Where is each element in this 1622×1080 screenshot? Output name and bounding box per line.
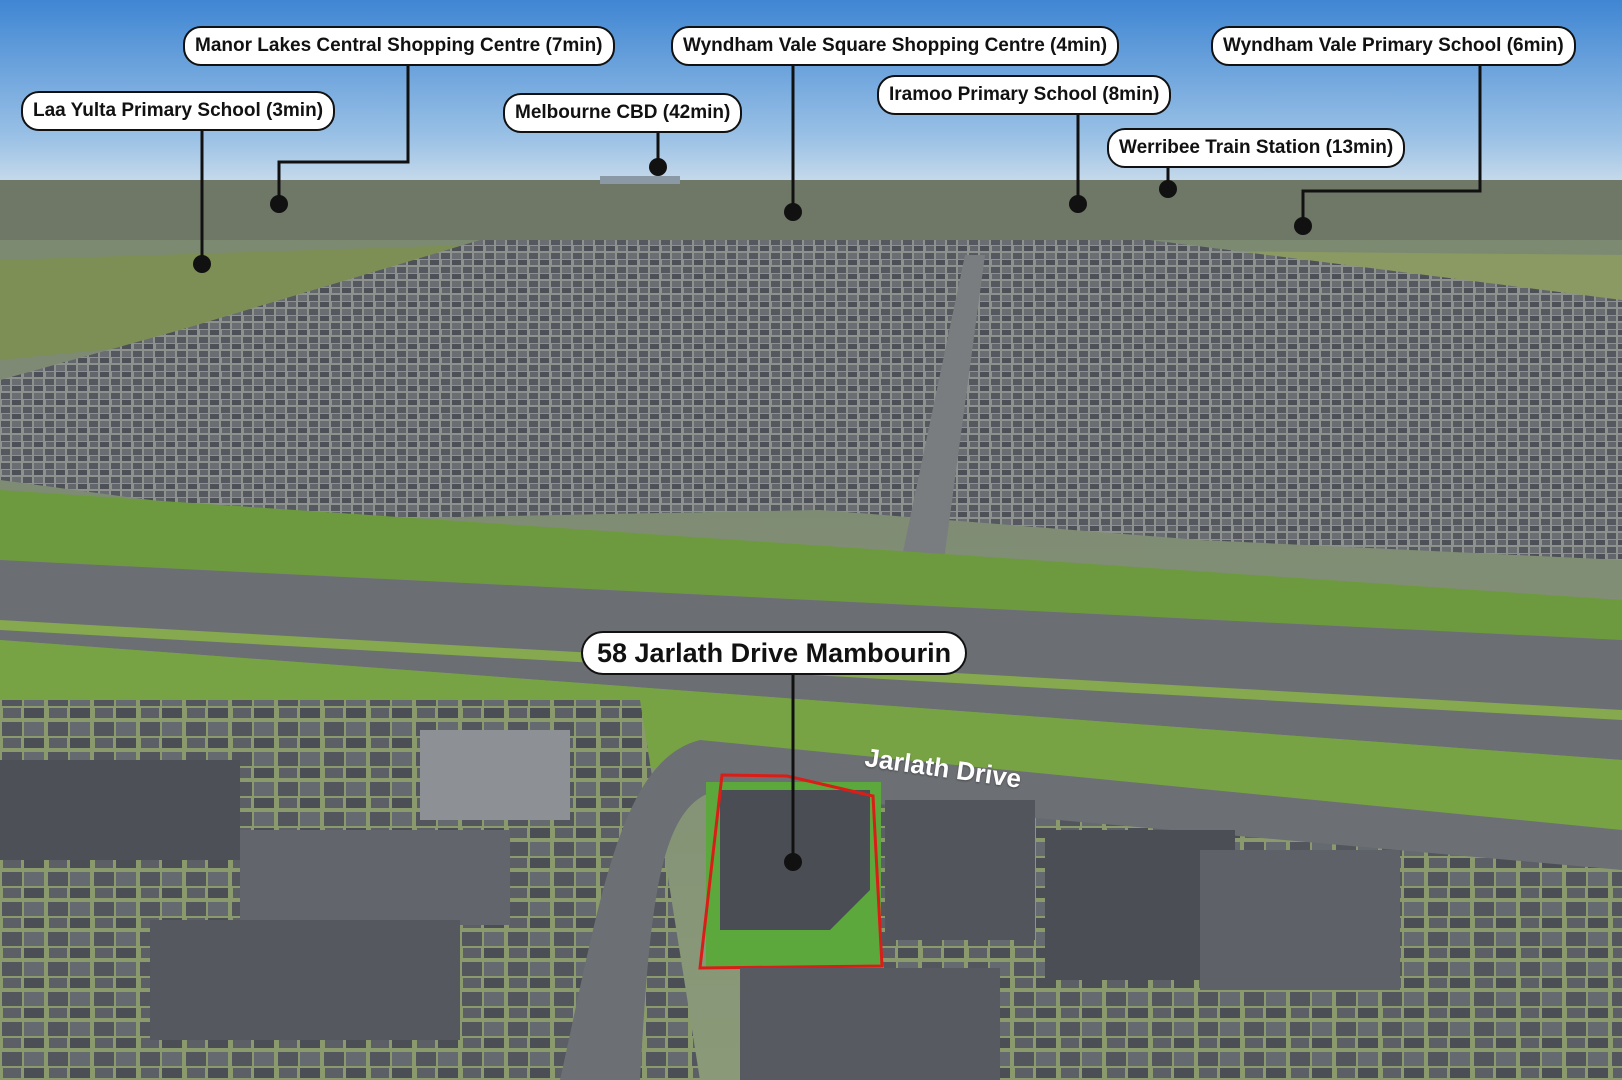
property-address-label: 58 Jarlath Drive Mambourin [581,631,968,675]
marker-dot [784,853,802,871]
poi-label-melbourne-cbd: Melbourne CBD (42min) [503,93,743,133]
marker-dot [270,195,288,213]
neighbour-roof [420,730,570,820]
poi-label-wyndham-vale-square: Wyndham Vale Square Shopping Centre (4mi… [671,26,1120,66]
poi-label-iramoo: Iramoo Primary School (8min) [877,75,1172,115]
poi-label-manor-lakes: Manor Lakes Central Shopping Centre (7mi… [183,26,615,66]
poi-label-wyndham-vale-primary: Wyndham Vale Primary School (6min) [1211,26,1576,66]
neighbour-roof [150,920,460,1040]
neighbour-roof [0,760,240,860]
poi-label-laa-yulta: Laa Yulta Primary School (3min) [21,91,336,131]
marker-dot [1069,195,1087,213]
marker-dot [1294,217,1312,235]
marker-dot [1159,180,1177,198]
marker-dot [649,158,667,176]
neighbour-roof [885,800,1035,940]
neighbour-roof [240,830,510,925]
neighbour-roof [1200,850,1400,990]
marker-dot [784,203,802,221]
marker-dot [193,255,211,273]
neighbour-roof [740,968,1000,1080]
poi-label-werribee-station: Werribee Train Station (13min) [1107,128,1406,168]
city-skyline [600,176,680,184]
